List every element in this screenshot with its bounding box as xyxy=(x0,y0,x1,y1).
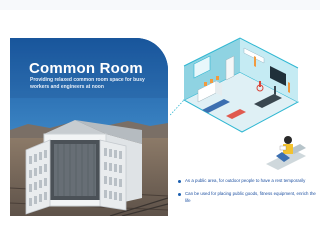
top-strip xyxy=(0,0,320,10)
feature-text: Can be used for placing public goods, fi… xyxy=(185,191,316,203)
connector-line xyxy=(170,99,185,116)
feature-text: As a public area, for outdoor people to … xyxy=(185,178,306,183)
bullet-dot-icon xyxy=(178,180,181,183)
list-item: As a public area, for outdoor people to … xyxy=(178,178,318,184)
room-illustration xyxy=(170,37,306,170)
person-reading-icon xyxy=(266,136,306,170)
page-title: Common Room xyxy=(29,60,143,77)
list-item: Can be used for placing public goods, fi… xyxy=(178,191,318,204)
feature-list: As a public area, for outdoor people to … xyxy=(178,178,318,211)
bullet-dot-icon xyxy=(178,193,181,197)
hero-subtitle: Providing relaxed common room space for … xyxy=(30,77,145,90)
